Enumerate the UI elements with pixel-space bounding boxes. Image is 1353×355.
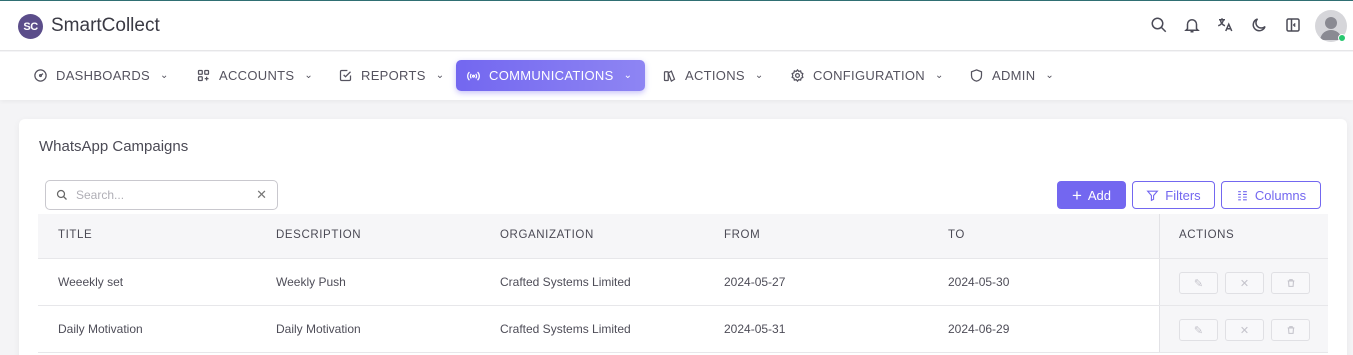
close-icon: ✕ [1239, 324, 1250, 337]
column-header-actions: ACTIONS [1179, 229, 1235, 241]
filter-icon [1146, 190, 1159, 201]
edit-button[interactable]: ✎ [1179, 272, 1218, 294]
cell-to: 2024-06-29 [948, 322, 1010, 336]
gear-icon [791, 68, 804, 83]
chevron-down-icon: ⌄ [935, 70, 944, 81]
column-header-title[interactable]: TITLE [58, 229, 92, 241]
campaigns-card: WhatsApp Campaigns ✕ + Add Filters Colum… [19, 119, 1347, 355]
columns-button[interactable]: Columns [1221, 181, 1321, 209]
delete-button[interactable] [1271, 272, 1310, 294]
cell-description: Daily Motivation [276, 322, 361, 336]
add-button[interactable]: + Add [1057, 181, 1126, 209]
edit-button[interactable]: ✎ [1179, 319, 1218, 341]
page-title: WhatsApp Campaigns [39, 138, 189, 155]
edit-icon: ✎ [1193, 277, 1204, 290]
nav-label: COMMUNICATIONS [489, 68, 614, 83]
layout-icon[interactable] [1283, 15, 1303, 35]
plus-icon: + [1071, 185, 1082, 205]
apps-icon [197, 69, 210, 82]
table-header: TITLE DESCRIPTION ORGANIZATION FROM TO A… [38, 214, 1328, 259]
cell-to: 2024-05-30 [948, 275, 1010, 289]
search-box: ✕ [45, 180, 278, 210]
online-status-dot [1338, 34, 1346, 42]
chevron-down-icon: ⌄ [160, 70, 169, 81]
nav-reports[interactable]: REPORTS ⌄ [328, 60, 454, 91]
row-actions: ✎ ✕ [1159, 306, 1328, 352]
actions-header-cell: ACTIONS [1159, 214, 1328, 258]
nav-configuration[interactable]: CONFIGURATION ⌄ [780, 60, 954, 91]
cell-organization: Crafted Systems Limited [500, 322, 631, 336]
cancel-button[interactable]: ✕ [1225, 319, 1264, 341]
add-button-label: Add [1087, 187, 1112, 203]
row-actions: ✎ ✕ [1159, 259, 1328, 305]
column-header-to[interactable]: TO [948, 229, 965, 241]
chevron-down-icon: ⌄ [1045, 70, 1055, 81]
filters-button[interactable]: Filters [1132, 181, 1215, 209]
nav-label: ACCOUNTS [219, 68, 295, 83]
brand-name[interactable]: SmartCollect [51, 15, 160, 37]
cancel-button[interactable]: ✕ [1225, 272, 1264, 294]
cell-from: 2024-05-31 [724, 322, 786, 336]
translate-icon[interactable] [1215, 15, 1235, 35]
nav-label: CONFIGURATION [813, 68, 925, 83]
checkbox-icon [339, 69, 352, 82]
app-header: SC SmartCollect [0, 1, 1353, 51]
search-input[interactable] [76, 188, 257, 202]
nav-label: DASHBOARDS [56, 68, 151, 83]
search-icon[interactable] [1149, 15, 1169, 35]
dashboard-icon [34, 69, 47, 82]
broadcast-icon [467, 71, 480, 81]
chevron-down-icon: ⌄ [754, 70, 764, 81]
bell-icon[interactable] [1182, 15, 1202, 35]
nav-accounts[interactable]: ACCOUNTS ⌄ [186, 60, 323, 91]
nav-actions[interactable]: ACTIONS ⌄ [652, 60, 774, 91]
cell-organization: Crafted Systems Limited [500, 275, 631, 289]
books-icon [663, 70, 676, 83]
nav-label: ACTIONS [685, 68, 745, 83]
trash-icon [1287, 279, 1294, 287]
delete-button[interactable] [1271, 319, 1310, 341]
nav-label: REPORTS [361, 68, 426, 83]
chevron-down-icon: ⌄ [623, 70, 633, 81]
chevron-down-icon: ⌄ [304, 70, 314, 81]
columns-icon [1238, 190, 1247, 200]
edit-icon: ✎ [1193, 324, 1204, 337]
moon-icon[interactable] [1249, 15, 1269, 35]
trash-icon [1287, 326, 1294, 334]
nav-admin[interactable]: ADMIN ⌄ [959, 60, 1064, 91]
clear-search-icon[interactable]: ✕ [256, 187, 267, 203]
filters-button-label: Filters [1165, 187, 1201, 203]
nav-label: ADMIN [992, 68, 1036, 83]
search-icon [56, 189, 67, 200]
shield-icon [970, 69, 983, 82]
columns-button-label: Columns [1254, 187, 1307, 203]
table-row[interactable]: Weeekly set Weekly Push Crafted Systems … [38, 259, 1328, 306]
nav-communications[interactable]: COMMUNICATIONS ⌄ [456, 60, 645, 91]
logo-text: SC [23, 20, 38, 33]
table-row[interactable]: Daily Motivation Daily Motivation Crafte… [38, 306, 1328, 353]
column-header-organization[interactable]: ORGANIZATION [500, 229, 594, 241]
app-logo[interactable]: SC [18, 14, 43, 39]
main-nav: DASHBOARDS ⌄ ACCOUNTS ⌄ REPORTS ⌄ COMMUN… [0, 52, 1353, 100]
column-header-from[interactable]: FROM [724, 229, 760, 241]
cell-from: 2024-05-27 [724, 275, 786, 289]
nav-dashboards[interactable]: DASHBOARDS ⌄ [23, 60, 179, 91]
cell-description: Weekly Push [276, 275, 346, 289]
column-header-description[interactable]: DESCRIPTION [276, 229, 361, 241]
chevron-down-icon: ⌄ [435, 70, 445, 81]
close-icon: ✕ [1239, 277, 1250, 290]
cell-title: Daily Motivation [58, 322, 143, 336]
cell-title: Weeekly set [58, 275, 124, 289]
